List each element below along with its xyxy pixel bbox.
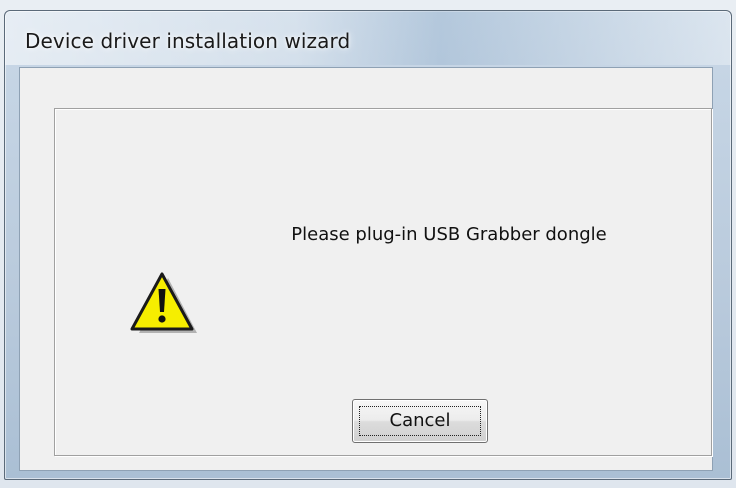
title-bar[interactable]: Device driver installation wizard [5, 11, 731, 65]
cancel-button[interactable]: Cancel [352, 399, 488, 443]
cancel-button-label: Cancel [389, 410, 451, 431]
dialog-message: Please plug-in USB Grabber dongle [291, 224, 607, 245]
content-frame: Please plug-in USB Grabber dongle Cancel [54, 108, 712, 456]
dialog-body: Please plug-in USB Grabber dongle Cancel [19, 67, 713, 471]
window-title: Device driver installation wizard [25, 29, 351, 53]
warning-icon [130, 272, 197, 333]
installer-window: Device driver installation wizard Please… [4, 10, 732, 480]
